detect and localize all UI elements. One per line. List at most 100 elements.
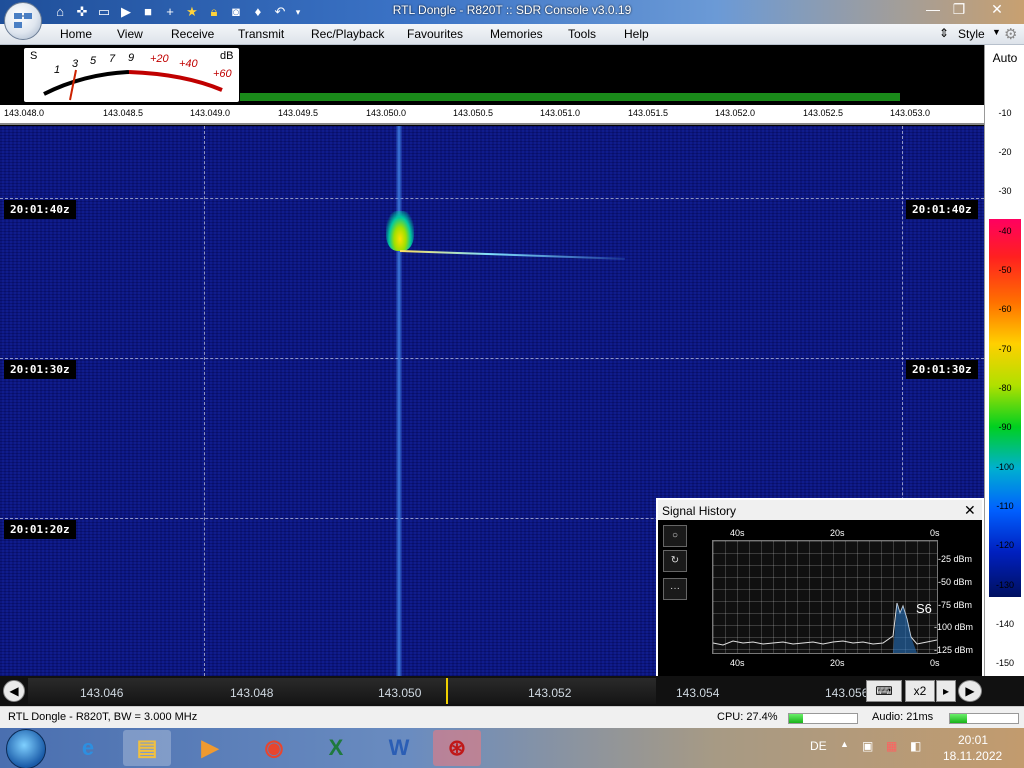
tray-expand-icon[interactable]: ▲ [840, 739, 849, 749]
start-button[interactable] [6, 729, 46, 768]
word-icon[interactable]: W [375, 730, 423, 766]
media-player-icon[interactable]: ▶ [186, 730, 234, 766]
auto-button[interactable]: Auto [985, 51, 1024, 65]
sh-record-button[interactable]: ○ [663, 525, 687, 547]
freq-tick: 143.048.0 [4, 108, 45, 118]
freq-tick: 143.052.0 [715, 108, 756, 118]
maximize-button[interactable]: ❐ [944, 0, 974, 20]
status-bar: RTL Dongle - R820T, BW = 3.000 MHz CPU: … [0, 706, 1024, 729]
signal-history-trace [712, 602, 938, 653]
signal-history-header[interactable]: Signal History ✕ [658, 500, 982, 520]
sh-more-button[interactable]: ··· [663, 578, 687, 600]
db-label: -20 [998, 147, 1012, 157]
db-label: -110 [996, 501, 1014, 511]
tuned-marker [446, 678, 448, 704]
tray-device-icon[interactable]: ▣ [862, 739, 873, 753]
gear-icon[interactable]: ⚙ [1004, 25, 1017, 43]
waterfall-grid-line [0, 358, 984, 359]
sh-s-reading: S6 [916, 601, 932, 616]
signal-history-plot [712, 540, 938, 654]
internet-explorer-icon[interactable]: e [64, 730, 112, 766]
app-menu-button[interactable] [4, 2, 42, 40]
sh-reset-button[interactable]: ↻ [663, 550, 687, 572]
menu-receive[interactable]: Receive [171, 27, 214, 41]
file-explorer-icon[interactable]: ▤ [123, 730, 171, 766]
sh-x-label: 20s [830, 528, 845, 538]
style-menu[interactable]: Style [958, 27, 985, 41]
menu-favourites[interactable]: Favourites [407, 27, 463, 41]
sh-x-label: 40s [730, 528, 745, 538]
audio-status: Audio: 21ms [872, 711, 934, 723]
freq-tick: 143.051.5 [628, 108, 669, 118]
zoom-arrow-icon[interactable]: ▸ [936, 680, 956, 702]
band-freq-label: 143.046 [80, 686, 124, 700]
db-label: -50 [998, 265, 1012, 275]
db-scale: Auto -10 -20 -30 -40 -50 -60 -70 -80 -90… [984, 45, 1024, 676]
menu-view[interactable]: View [117, 27, 143, 41]
app-logo-icon [14, 13, 32, 28]
band-freq-label: 143.052 [528, 686, 572, 700]
db-label: -150 [995, 658, 1014, 668]
chrome-icon[interactable]: ◉ [250, 730, 298, 766]
clock-date[interactable]: 18.11.2022 [943, 749, 1002, 763]
signal-history-panel: Signal History ✕ ○ ↻ ··· 40s 20s 0s -25 … [656, 498, 984, 678]
menu-memories[interactable]: Memories [490, 27, 543, 41]
frequency-ruler[interactable]: 143.048.0 143.048.5 143.049.0 143.049.5 … [0, 105, 984, 125]
window-title: RTL Dongle - R820T :: SDR Console v3.0.1… [392, 3, 632, 17]
carrier-trace [396, 126, 402, 676]
waterfall-grid-line [204, 126, 205, 676]
menu-tools[interactable]: Tools [568, 27, 596, 41]
band-freq-label: 143.048 [230, 686, 274, 700]
menu-transmit[interactable]: Transmit [238, 27, 284, 41]
sh-y-label: -100 dBm [934, 622, 974, 632]
freq-tick: 143.052.5 [803, 108, 844, 118]
freq-tick: 143.049.5 [278, 108, 319, 118]
db-label: -140 [995, 619, 1014, 629]
tray-volume-icon[interactable]: ◧ [910, 739, 921, 753]
signal-history-title: Signal History [662, 504, 737, 518]
scroll-left-button[interactable]: ◀ [3, 680, 25, 702]
style-updown-icon: ⇕ [939, 26, 950, 40]
s-meter: S dB 1 3 5 7 9 +20 +40 +60 [24, 48, 239, 102]
timestamp-label: 20:01:40z [906, 200, 978, 219]
sh-y-label: -75 dBm [938, 600, 973, 610]
sh-y-label: -25 dBm [938, 554, 973, 564]
audio-meter [949, 713, 1019, 724]
spectrum-trace [240, 93, 900, 101]
keyboard-button[interactable]: ⌨ [866, 680, 902, 702]
cpu-meter-fill [789, 714, 803, 723]
freq-tick: 143.049.0 [190, 108, 231, 118]
db-label: -120 [995, 540, 1014, 550]
timestamp-label: 20:01:20z [4, 520, 76, 539]
db-label: -10 [998, 108, 1012, 118]
sh-x-label: 0s [930, 658, 940, 668]
audio-meter-fill [950, 714, 967, 723]
sdr-console-icon[interactable]: ⊛ [433, 730, 481, 766]
signal-trail [399, 250, 625, 260]
db-label: -90 [998, 422, 1012, 432]
cpu-status: CPU: 27.4% [717, 711, 778, 723]
language-indicator[interactable]: DE [810, 739, 827, 753]
timestamp-label: 20:01:30z [906, 360, 978, 379]
frequency-scroll-bar[interactable]: ◀ 143.046 143.048 143.050 143.052 143.05… [0, 676, 1024, 706]
freq-tick: 143.050.0 [366, 108, 407, 118]
clock-time[interactable]: 20:01 [958, 733, 988, 747]
title-bar: ⌂ ✜ ▭ ▶ ■ + ★ 🔒︎ ◙ ♦ ↶ ▾ RTL Dongle - R8… [0, 0, 1024, 24]
zoom-button[interactable]: x2 [905, 680, 935, 702]
sh-y-label: -50 dBm [938, 577, 973, 587]
sh-x-label: 40s [730, 658, 745, 668]
tray-network-icon[interactable]: ▦ [886, 739, 897, 753]
excel-icon[interactable]: X [312, 730, 360, 766]
scroll-right-button[interactable]: ▶ [958, 680, 982, 702]
freq-tick: 143.051.0 [540, 108, 581, 118]
menu-home[interactable]: Home [60, 27, 92, 41]
signal-history-close-button[interactable]: ✕ [964, 502, 976, 519]
menu-help[interactable]: Help [624, 27, 649, 41]
db-label: -130 [995, 580, 1014, 590]
db-label: -40 [998, 226, 1012, 236]
close-button[interactable]: ✕ [982, 0, 1012, 20]
band-freq-label: 143.050 [378, 686, 422, 700]
db-label: -100 [995, 462, 1014, 472]
menu-rec-playback[interactable]: Rec/Playback [311, 27, 384, 41]
style-dropdown-icon[interactable]: ▼ [992, 27, 1001, 37]
